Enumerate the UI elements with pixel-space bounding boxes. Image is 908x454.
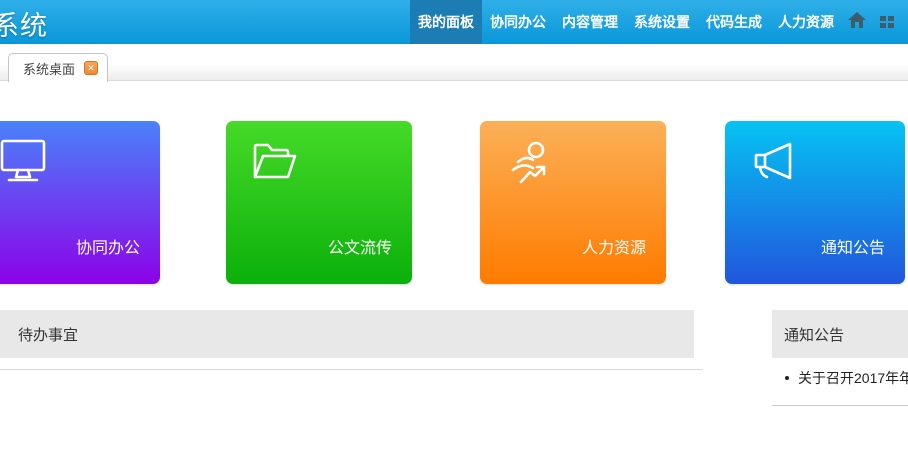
tab-label: 系统桌面 [23,59,75,78]
person-trend-icon [506,139,550,192]
nav-item-my-panel[interactable]: 我的面板 [410,0,482,44]
home-icon [848,12,866,33]
notice-item-divider [772,405,908,406]
tab-system-desktop[interactable]: 系统桌面 [8,53,108,82]
bullet-icon [785,376,789,380]
main-nav: 我的面板 协同办公 内容管理 系统设置 代码生成 人力资源 [410,0,908,44]
notice-list-item[interactable]: 关于召开2017年年 [772,366,908,390]
tile-label: 通知公告 [821,234,885,258]
nav-item-human-resources[interactable]: 人力资源 [770,0,842,44]
todo-panel-divider [0,369,703,370]
notice-panel-header: 通知公告 [772,310,908,358]
app-logo: 系统 [0,4,48,43]
nav-item-system-settings[interactable]: 系统设置 [626,0,698,44]
todo-panel-header: 待办事宜 [0,310,694,358]
tab-close-icon[interactable] [84,61,98,75]
nav-item-content-mgmt[interactable]: 内容管理 [554,0,626,44]
todo-panel-title: 待办事宜 [18,324,78,345]
notice-item-text: 关于召开2017年年 [798,368,908,388]
tile-human-resources[interactable]: 人力资源 [480,121,666,284]
folder-open-icon [252,139,298,190]
tile-notices[interactable]: 通知公告 [725,121,905,284]
tab-bar: 系统桌面 [0,44,908,81]
tile-label: 公文流传 [328,234,392,258]
dashboard-page: 系统 我的面板 协同办公 内容管理 系统设置 代码生成 人力资源 [0,0,908,454]
tile-label: 协同办公 [76,234,140,258]
nav-item-collab-office[interactable]: 协同办公 [482,0,554,44]
tile-label: 人力资源 [582,234,646,258]
app-header: 系统 我的面板 协同办公 内容管理 系统设置 代码生成 人力资源 [0,0,908,44]
home-button[interactable] [842,0,872,44]
grid-icon [880,16,894,28]
tile-document-flow[interactable]: 公文流传 [226,121,412,284]
tile-collab-office[interactable]: 协同办公 [0,121,160,284]
monitor-icon [0,139,46,188]
megaphone-icon [751,139,797,188]
nav-item-code-generation[interactable]: 代码生成 [698,0,770,44]
layout-button[interactable] [872,0,902,44]
notice-panel-title: 通知公告 [784,324,844,345]
